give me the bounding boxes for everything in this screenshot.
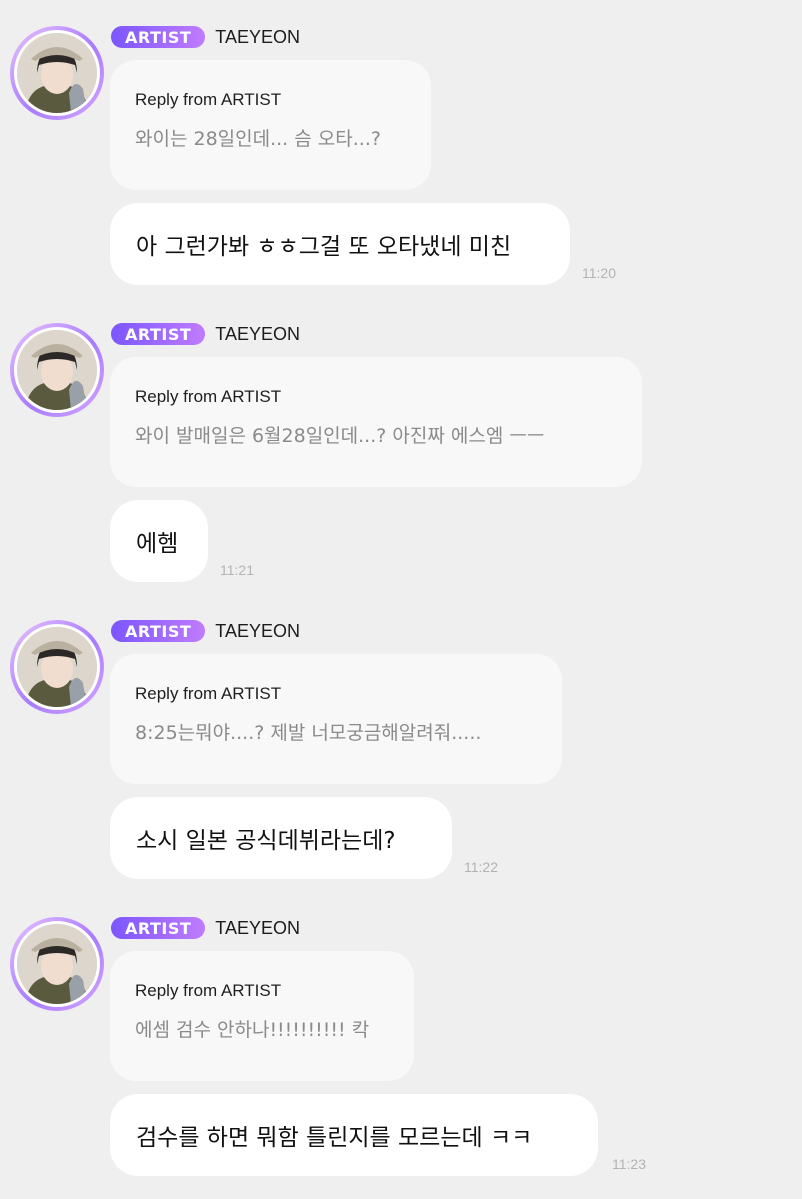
reply-bubble[interactable]: 소시 일본 공식데뷔라는데? [110, 797, 452, 879]
quoted-text: 에셈 검수 안하나!!!!!!!!!! 칵 [135, 1019, 370, 1041]
sender-header: ARTIST TAEYEON [111, 25, 300, 49]
avatar[interactable] [10, 917, 104, 1011]
sender-header: ARTIST TAEYEON [111, 322, 300, 346]
artist-name[interactable]: TAEYEON [215, 918, 300, 939]
artist-badge: ARTIST [111, 620, 206, 642]
artist-avatar-image [14, 30, 100, 116]
reply-label: Reply from ARTIST [135, 387, 282, 406]
quoted-text: 와이는 28일인데... 슴 오타...? [135, 128, 381, 150]
artist-name[interactable]: TAEYEON [215, 621, 300, 642]
quoted-message-bubble[interactable]: Reply from ARTIST 와이 발매일은 6월28일인데...? 아진… [110, 357, 642, 487]
quoted-text: 8:25는뭐야....? 제발 너모궁금해알려줘..... [135, 722, 482, 744]
artist-avatar-image [14, 624, 100, 710]
artist-name[interactable]: TAEYEON [215, 324, 300, 345]
avatar[interactable] [10, 26, 104, 120]
artist-badge: ARTIST [111, 26, 206, 48]
avatar-photo-icon [17, 33, 97, 113]
artist-avatar-image [14, 921, 100, 1007]
sender-header: ARTIST TAEYEON [111, 619, 300, 643]
artist-name[interactable]: TAEYEON [215, 27, 300, 48]
avatar[interactable] [10, 323, 104, 417]
timestamp: 11:23 [612, 1156, 646, 1172]
artist-avatar-image [14, 327, 100, 413]
sender-header: ARTIST TAEYEON [111, 916, 300, 940]
reply-label: Reply from ARTIST [135, 981, 282, 1000]
reply-bubble[interactable]: 아 그런가봐 ㅎㅎ그걸 또 오타냈네 미친 [110, 203, 570, 285]
reply-bubble[interactable]: 에헴 [110, 500, 208, 582]
quoted-text: 와이 발매일은 6월28일인데...? 아진짜 에스엠 ㅡㅡ [135, 425, 545, 447]
avatar-photo-icon [17, 330, 97, 410]
artist-badge: ARTIST [111, 323, 206, 345]
quoted-message-bubble[interactable]: Reply from ARTIST 8:25는뭐야....? 제발 너모궁금해알… [110, 654, 562, 784]
artist-badge: ARTIST [111, 917, 206, 939]
reply-label: Reply from ARTIST [135, 90, 282, 109]
reply-label: Reply from ARTIST [135, 684, 282, 703]
timestamp: 11:22 [464, 859, 498, 875]
timestamp: 11:20 [582, 265, 616, 281]
avatar-photo-icon [17, 924, 97, 1004]
quoted-message-bubble[interactable]: Reply from ARTIST 와이는 28일인데... 슴 오타...? [110, 60, 431, 190]
avatar[interactable] [10, 620, 104, 714]
timestamp: 11:21 [220, 562, 254, 578]
quoted-message-bubble[interactable]: Reply from ARTIST 에셈 검수 안하나!!!!!!!!!! 칵 [110, 951, 414, 1081]
reply-bubble[interactable]: 검수를 하면 뭐함 틀린지를 모르는데 ㅋㅋ [110, 1094, 598, 1176]
avatar-photo-icon [17, 627, 97, 707]
